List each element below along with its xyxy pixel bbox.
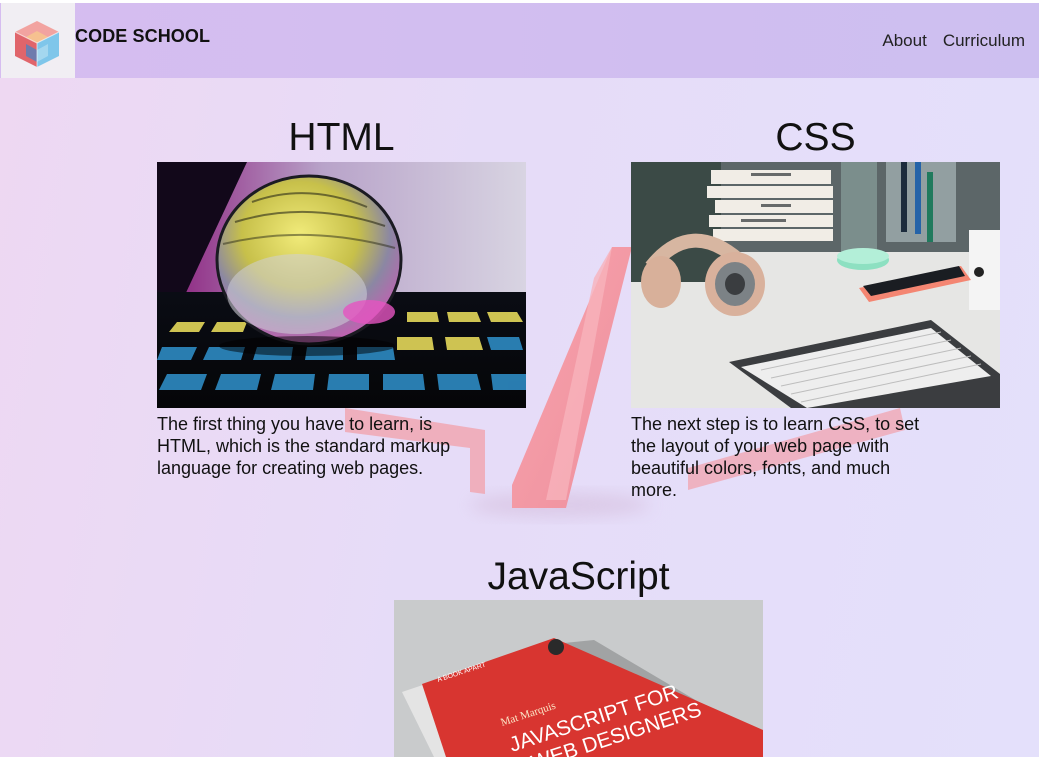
nav-link-curriculum[interactable]: Curriculum (943, 31, 1025, 51)
section-title-css: CSS (775, 116, 856, 159)
desk-headphones-photo (631, 162, 1000, 408)
cube-logo-icon (14, 21, 60, 67)
section-description-css: The next step is to learn CSS, to set th… (631, 414, 920, 500)
javascript-book-photo: A BOOK APART Mat Marquis JAVASCRIPT FOR … (394, 600, 763, 757)
section-title-javascript: JavaScript (487, 555, 670, 598)
brand-name: CODE SCHOOL (75, 26, 211, 46)
section-title-html: HTML (288, 116, 395, 159)
navbar: CODE SCHOOL About Curriculum (0, 3, 1039, 78)
crystal-ball-photo (157, 162, 526, 408)
section-description-html: The first thing you have to learn, is HT… (157, 414, 451, 478)
logo[interactable] (1, 3, 75, 78)
nav-links: About Curriculum (882, 31, 1025, 51)
nav-link-about[interactable]: About (882, 31, 926, 51)
